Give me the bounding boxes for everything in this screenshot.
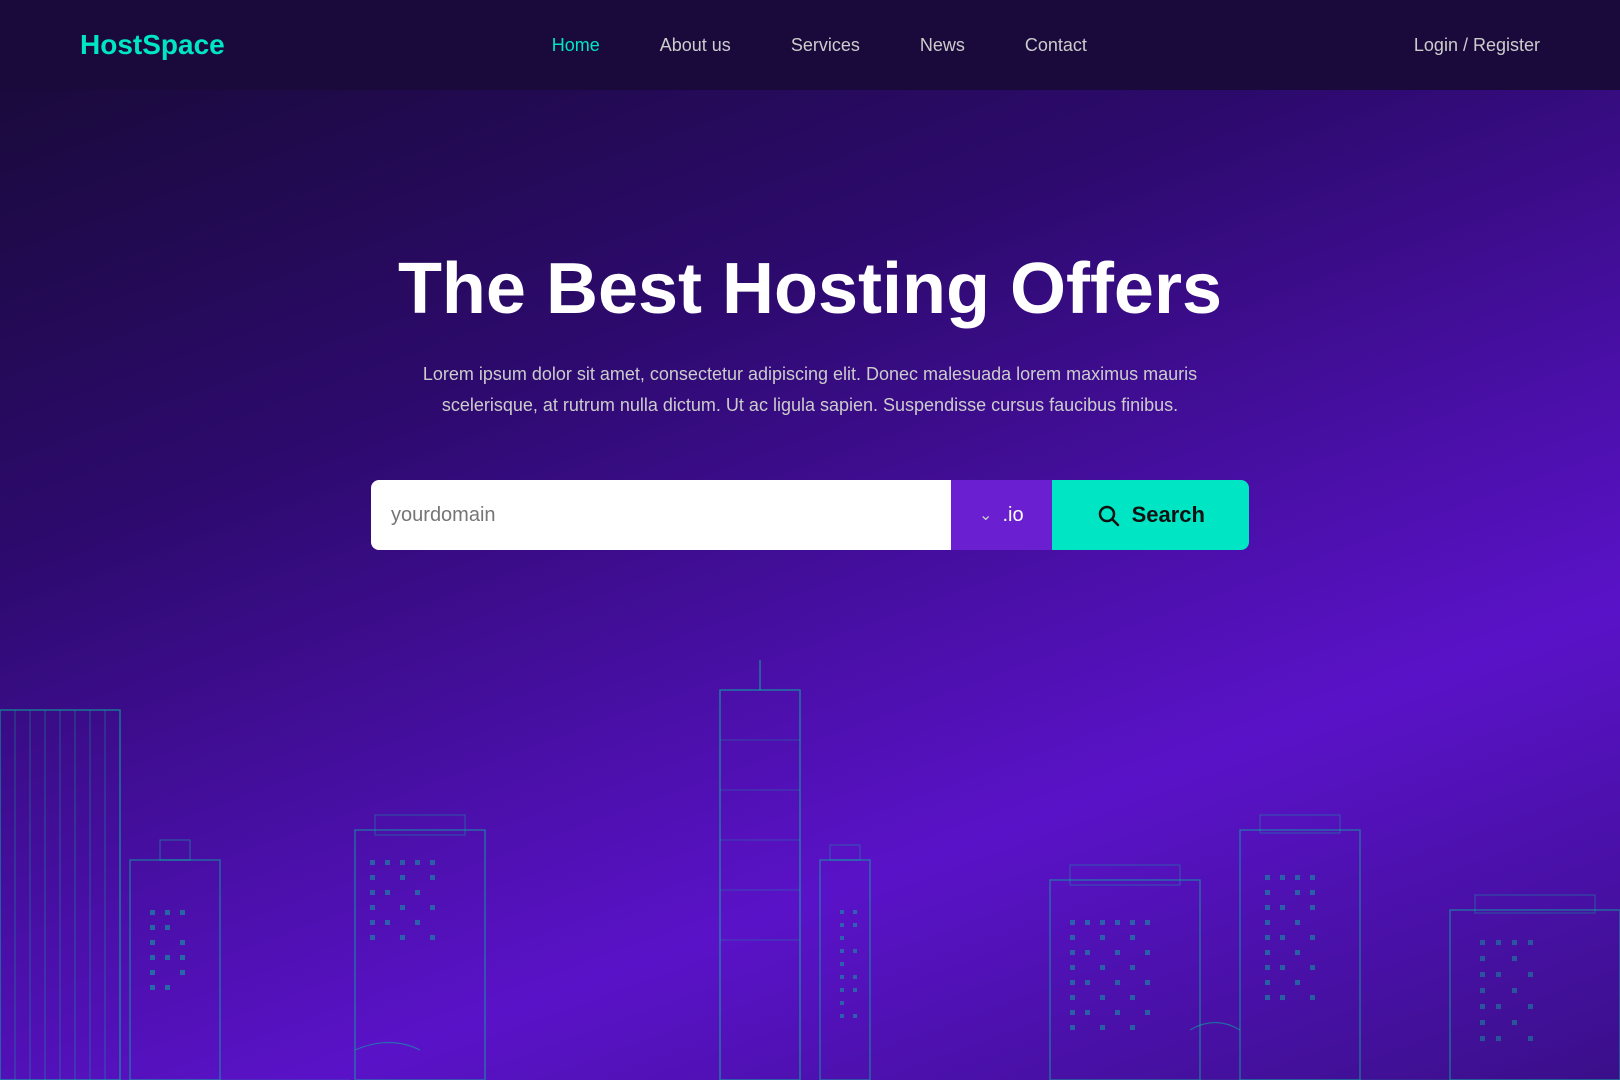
nav-link-news[interactable]: News xyxy=(920,35,965,55)
nav-item-about[interactable]: About us xyxy=(660,35,731,56)
domain-search-input[interactable] xyxy=(391,504,931,527)
login-register-button[interactable]: Login / Register xyxy=(1414,35,1540,56)
hero-section: The Best Hosting Offers Lorem ipsum dolo… xyxy=(0,90,1620,1080)
nav-link-services[interactable]: Services xyxy=(791,35,860,55)
logo: HostSpace xyxy=(80,29,225,61)
logo-space: Space xyxy=(142,29,225,60)
nav-link-home[interactable]: Home xyxy=(552,35,600,55)
search-button[interactable]: Search xyxy=(1052,480,1249,550)
search-input-wrapper xyxy=(371,480,951,550)
nav-item-contact[interactable]: Contact xyxy=(1025,35,1087,56)
nav-item-news[interactable]: News xyxy=(920,35,965,56)
nav-links: Home About us Services News Contact xyxy=(552,35,1087,56)
chevron-down-icon: ⌄ xyxy=(979,505,992,525)
domain-search-bar: ⌄ .io Search xyxy=(371,480,1249,550)
hero-subtitle: Lorem ipsum dolor sit amet, consectetur … xyxy=(420,359,1200,420)
city-illustration xyxy=(0,660,1620,1080)
search-icon xyxy=(1096,503,1120,527)
hero-title: The Best Hosting Offers xyxy=(398,250,1222,329)
domain-extension-label: .io xyxy=(1002,504,1023,527)
search-button-label: Search xyxy=(1132,502,1205,528)
navbar: HostSpace Home About us Services News Co… xyxy=(0,0,1620,90)
nav-link-about[interactable]: About us xyxy=(660,35,731,55)
nav-item-services[interactable]: Services xyxy=(791,35,860,56)
nav-link-contact[interactable]: Contact xyxy=(1025,35,1087,55)
domain-extension-selector[interactable]: ⌄ .io xyxy=(951,480,1052,550)
nav-item-home[interactable]: Home xyxy=(552,35,600,56)
logo-host: Host xyxy=(80,29,142,60)
